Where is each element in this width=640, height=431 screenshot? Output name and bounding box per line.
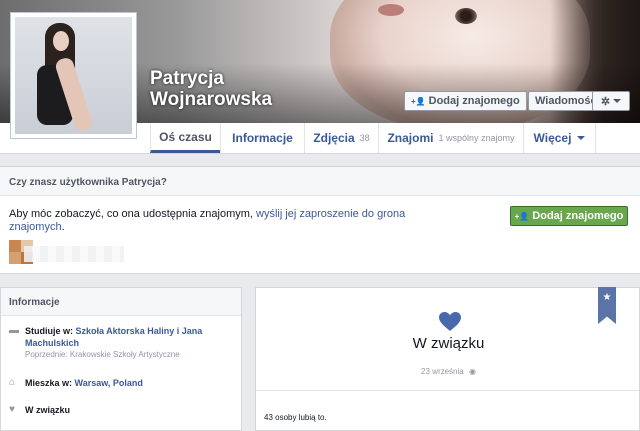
likes-count[interactable]: 43 osoby lubią to.	[264, 413, 327, 422]
chevron-down-icon	[613, 99, 622, 103]
tab-label: Zdjęcia	[313, 131, 355, 145]
tab-friends[interactable]: Znajomi 1 wspólny znajomy	[378, 123, 523, 153]
info-heading: Informacje	[1, 288, 241, 316]
profile-name[interactable]: Patrycja Wojnarowska	[150, 68, 272, 110]
add-friend-icon: +👤	[514, 211, 530, 221]
gear-icon: ✲	[600, 95, 611, 108]
tab-label: Oś czasu	[159, 129, 212, 144]
tab-label: Znajomi	[387, 131, 434, 145]
info-panel: Informacje ▬ Studiuje w: Szkoła Aktorska…	[0, 287, 242, 431]
add-friend-button[interactable]: +👤 Dodaj znajomego	[404, 91, 527, 111]
info-relationship: ♥ W związku	[9, 404, 70, 416]
settings-dropdown-button[interactable]: ✲	[592, 91, 630, 111]
study-prefix: Studiuje w:	[25, 326, 76, 336]
cover-lips	[378, 4, 404, 16]
home-icon: ⌂	[9, 377, 16, 388]
info-lives: ⌂ Mieszka w: Warsaw, Poland	[9, 377, 143, 389]
heart-icon	[439, 312, 461, 331]
previous-school: Poprzednie: Krakowskie Szkoły Artystyczn…	[25, 350, 180, 359]
info-study: ▬ Studiuje w: Szkoła Aktorska Haliny i J…	[9, 325, 225, 361]
photos-count: 38	[359, 133, 370, 143]
highlight-bookmark[interactable]: ★	[598, 287, 616, 324]
message-label: Wiadomość	[535, 95, 597, 107]
blurred-text	[24, 246, 124, 262]
photo-face	[53, 31, 69, 51]
lives-prefix: Mieszka w:	[25, 378, 75, 388]
add-friend-label: Dodaj znajomego	[428, 95, 520, 107]
tab-more[interactable]: Więcej	[523, 123, 596, 153]
mutual-friends-count: 1 wspólny znajomy	[438, 133, 515, 143]
prompt-text-before: Aby móc zobaczyć, co ona udostępnia znaj…	[9, 208, 257, 220]
friend-prompt-title: Czy znasz użytkownika Patrycja?	[0, 167, 640, 196]
profile-picture[interactable]	[10, 12, 137, 139]
tab-label: Informacje	[232, 131, 293, 145]
study-text: Studiuje w: Szkoła Aktorska Haliny i Jan…	[25, 325, 225, 361]
add-friend-label: Dodaj znajomego	[532, 210, 624, 222]
tab-label: Więcej	[533, 131, 572, 145]
lives-text: Mieszka w: Warsaw, Poland	[25, 377, 143, 389]
relationship-status: W związku	[412, 335, 485, 352]
graduation-icon: ▬	[9, 325, 19, 336]
story-date: 23 września ◉	[256, 367, 640, 376]
add-friend-green-button[interactable]: +👤 Dodaj znajomego	[510, 206, 628, 226]
prompt-text-after: .	[61, 221, 65, 233]
relationship-text: W związku	[25, 405, 71, 415]
friend-prompt-text: Aby móc zobaczyć, co ona udostępnia znaj…	[9, 208, 409, 234]
tab-timeline[interactable]: Oś czasu	[150, 123, 220, 153]
cover-eye	[455, 8, 477, 24]
city-link[interactable]: Warsaw, Poland	[75, 378, 143, 388]
last-name: Wojnarowska	[150, 89, 273, 110]
thumbnail	[9, 240, 21, 252]
star-icon: ★	[602, 292, 612, 303]
thumbnail	[9, 252, 21, 264]
heart-icon: ♥	[9, 404, 15, 415]
message-button[interactable]: Wiadomość	[528, 91, 602, 111]
first-name: Patrycja	[150, 68, 224, 89]
relationship-story: ★ W związku 23 września ◉ 43 osoby lubią…	[255, 287, 640, 431]
profile-photo	[15, 17, 132, 134]
date-text[interactable]: 23 września	[421, 367, 464, 376]
add-friend-icon: +👤	[411, 96, 426, 106]
chevron-down-icon	[577, 136, 586, 140]
divider	[256, 390, 639, 391]
tab-photos[interactable]: Zdjęcia 38	[304, 123, 378, 153]
tab-about[interactable]: Informacje	[220, 123, 304, 153]
globe-icon: ◉	[468, 367, 476, 376]
